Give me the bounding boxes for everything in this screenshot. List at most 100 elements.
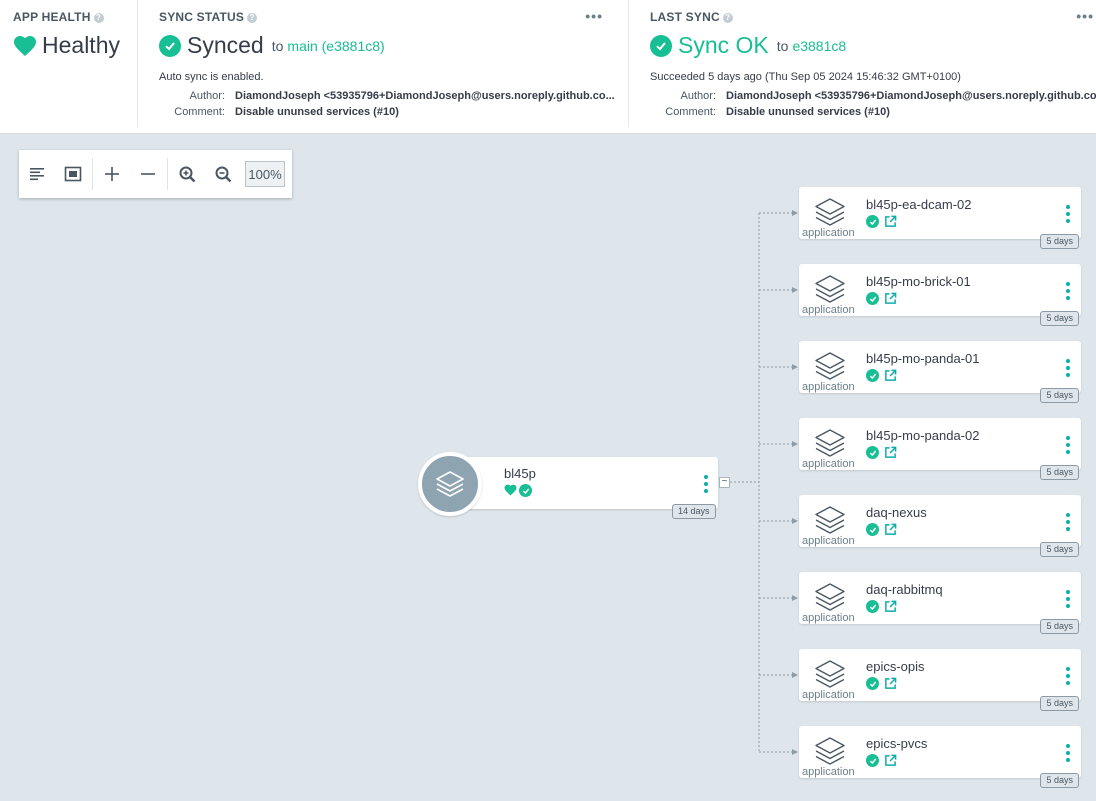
last-sync-comment-row: Comment: Disable ununsed services (#10) [646,106,890,118]
last-sync-revision-link[interactable]: e3881c8 [792,38,846,54]
child-app-node[interactable]: application bl45p-mo-panda-02 5 days [799,418,1081,480]
zoom-in-icon[interactable] [169,156,205,192]
child-menu-button[interactable] [1065,436,1071,454]
root-name: bl45p [504,466,536,481]
root-node[interactable]: bl45p 14 days [418,452,718,519]
external-link-icon[interactable] [884,600,897,613]
child-age-badge: 5 days [1040,619,1079,634]
external-link-icon[interactable] [884,369,897,382]
last-sync-panel[interactable]: LAST SYNC? ••• Sync OK to e3881c8 Succee… [630,0,1096,127]
author-value: DiamondJoseph <53935796+DiamondJoseph@us… [726,90,1096,102]
minus-icon[interactable] [130,156,166,192]
external-link-icon[interactable] [884,446,897,459]
child-app-node[interactable]: application bl45p-ea-dcam-02 5 days [799,187,1081,249]
child-age-badge: 5 days [1040,542,1079,557]
root-card[interactable] [448,457,718,509]
zoom-out-icon[interactable] [205,156,241,192]
child-app-node[interactable]: application epics-opis 5 days [799,649,1081,711]
child-menu-button[interactable] [1065,359,1071,377]
child-kind-label: application [802,227,855,239]
edge-trunk [730,213,760,752]
heart-icon [14,35,36,56]
child-age-badge: 5 days [1040,388,1079,403]
edge-arrow [792,672,798,678]
edge-arrow [792,749,798,755]
check-circle-icon [159,34,181,57]
last-sync-title: LAST SYNC [650,10,720,24]
comment-label: Comment: [174,106,225,118]
check-circle-icon [866,369,879,382]
child-name: daq-nexus [866,505,927,520]
child-menu-button[interactable] [1065,590,1071,608]
child-app-node[interactable]: application bl45p-mo-panda-01 5 days [799,341,1081,403]
child-app-node[interactable]: application daq-rabbitmq 5 days [799,572,1081,634]
graph-toolbar: 100% [19,150,292,198]
sync-comment-row: Comment: Disable ununsed services (#10) [155,106,399,118]
edge-arrow [792,364,798,370]
last-sync-menu-button[interactable]: ••• [1076,8,1094,24]
root-menu-button[interactable] [703,475,709,493]
toolbar-divider [92,158,93,190]
root-app-icon [418,452,482,516]
child-name: daq-rabbitmq [866,582,943,597]
child-age-badge: 5 days [1040,311,1079,326]
fit-to-screen-icon[interactable] [55,156,91,192]
author-value: DiamondJoseph <53935796+DiamondJoseph@us… [235,90,615,102]
sync-status-title: SYNC STATUS [159,10,245,24]
check-circle-icon [866,215,879,228]
layers-icon [815,429,845,457]
child-name: epics-opis [866,659,925,674]
check-circle-icon [866,677,879,690]
child-name: bl45p-mo-panda-02 [866,428,980,443]
child-menu-button[interactable] [1065,667,1071,685]
child-name: bl45p-mo-brick-01 [866,274,971,289]
edge-arrow [792,595,798,601]
external-link-icon[interactable] [884,292,897,305]
sync-to-label: to [271,37,284,54]
child-menu-button[interactable] [1065,205,1071,223]
help-icon[interactable]: ? [722,13,733,23]
layers-icon [815,737,845,765]
toolbar-divider [167,158,168,190]
child-app-node[interactable]: application bl45p-mo-brick-01 5 days [799,264,1081,326]
external-link-icon[interactable] [884,754,897,767]
app-health-panel[interactable]: APP HEALTH? Healthy [0,0,138,127]
child-kind-label: application [802,458,855,470]
layers-icon [815,506,845,534]
edge-arrow [792,210,798,216]
child-menu-button[interactable] [1065,744,1071,762]
plus-icon[interactable] [94,156,130,192]
sync-status-panel[interactable]: SYNC STATUS? ••• Synced to main (e3881c8… [139,0,629,127]
child-name: epics-pvcs [866,736,928,751]
author-label: Author: [189,90,225,102]
child-kind-label: application [802,304,855,316]
child-age-badge: 5 days [1040,773,1079,788]
health-status: Healthy [42,32,120,58]
external-link-icon[interactable] [884,677,897,690]
external-link-icon[interactable] [884,215,897,228]
help-icon[interactable]: ? [247,13,258,23]
last-sync-status: Sync OK [678,32,769,58]
app-health-title: APP HEALTH [13,10,91,24]
child-kind-label: application [802,381,855,393]
help-icon[interactable]: ? [93,13,104,23]
comment-value: Disable ununsed services (#10) [726,106,890,118]
align-left-icon[interactable] [19,156,55,192]
layers-icon [815,275,845,303]
zoom-level-display[interactable]: 100% [245,161,285,187]
child-kind-label: application [802,766,855,778]
child-menu-button[interactable] [1065,282,1071,300]
child-age-badge: 5 days [1040,465,1079,480]
external-link-icon[interactable] [884,523,897,536]
child-age-badge: 5 days [1040,234,1079,249]
check-circle-icon [866,446,879,459]
sync-status-menu-button[interactable]: ••• [585,8,603,24]
child-name: bl45p-mo-panda-01 [866,351,980,366]
child-menu-button[interactable] [1065,513,1071,531]
sync-author-row: Author: DiamondJoseph <53935796+DiamondJo… [155,90,615,102]
collapse-button[interactable]: − [719,477,730,488]
sync-revision-link[interactable]: main (e3881c8) [287,38,384,54]
comment-label: Comment: [665,106,716,118]
child-app-node[interactable]: application daq-nexus 5 days [799,495,1081,557]
child-app-node[interactable]: application epics-pvcs 5 days [799,726,1081,788]
